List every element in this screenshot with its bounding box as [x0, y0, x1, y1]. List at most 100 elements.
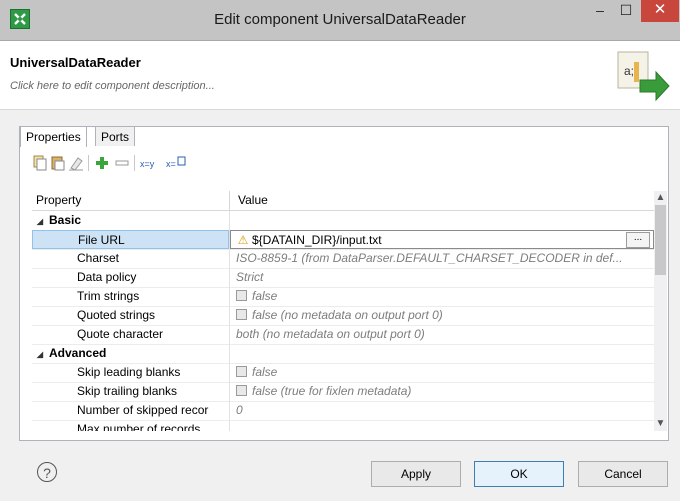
property-name: Quote character — [32, 325, 229, 344]
property-value-text: ${DATAIN_DIR}/input.txt — [252, 233, 382, 247]
property-row[interactable]: Number of skipped recor 0 — [32, 401, 654, 421]
property-value[interactable]: Strict — [230, 268, 654, 287]
property-value-text: Strict — [236, 270, 264, 284]
value-column-header: Value — [238, 193, 268, 207]
property-name: Trim strings — [32, 287, 229, 306]
column-divider[interactable] — [229, 191, 230, 210]
property-row[interactable]: Trim strings false — [32, 287, 654, 307]
x-eq-y-icon[interactable]: x=y — [140, 155, 162, 171]
property-label: Number of skipped recor — [77, 403, 209, 417]
category-name: Basic — [49, 213, 82, 227]
remove-icon[interactable] — [114, 155, 130, 171]
tabs-panel: Properties Ports x=y x= Property Value ◢… — [19, 126, 669, 441]
property-label: Quote character — [77, 327, 164, 341]
property-name: File URL — [32, 230, 229, 249]
property-value-text: 0 — [236, 403, 243, 417]
property-label: Trim strings — [77, 289, 140, 303]
window-title: Edit component UniversalDataReader — [214, 11, 466, 28]
checkbox[interactable] — [236, 290, 247, 301]
property-value-text: false — [252, 365, 278, 379]
property-name: Number of skipped recor — [32, 401, 229, 420]
component-description[interactable]: Click here to edit component description… — [10, 80, 215, 92]
x-expression-icon[interactable]: x= — [166, 155, 188, 171]
vertical-scrollbar[interactable]: ▲ ▼ — [654, 191, 667, 431]
cancel-button[interactable]: Cancel — [578, 461, 668, 487]
property-value-text: false (true for fixlen metadata) — [252, 384, 412, 398]
property-label: File URL — [78, 233, 125, 247]
component-reader-icon: a;t — [614, 48, 670, 104]
category-name: Advanced — [49, 346, 107, 360]
property-grid-header: Property Value — [32, 191, 654, 211]
scroll-down-icon[interactable]: ▼ — [654, 417, 667, 430]
property-value[interactable]: false — [230, 363, 654, 382]
property-label: Charset — [77, 251, 120, 265]
minimize-button[interactable]: – — [587, 0, 613, 22]
clear-icon[interactable] — [68, 155, 84, 171]
property-label: Data policy — [77, 270, 137, 284]
property-name: Quoted strings — [32, 306, 229, 325]
property-name: Data policy — [32, 268, 229, 287]
property-value[interactable]: both (no metadata on output port 0) — [230, 325, 654, 344]
property-value[interactable]: ISO-8859-1 (from DataParser.DEFAULT_CHAR… — [230, 249, 654, 268]
property-value-text: false — [252, 289, 278, 303]
property-grid: ◢ Basic File URL ⚠ ${DATAIN_DIR}/input.txt..… — [32, 211, 654, 431]
browse-button[interactable]: ... — [626, 232, 650, 248]
property-value-text: ISO-8859-1 (from DataParser.DEFAULT_CHAR… — [236, 251, 623, 265]
property-name: Skip leading blanks — [32, 363, 229, 382]
file-url-input[interactable]: ⚠ ${DATAIN_DIR}/input.txt... — [230, 230, 654, 249]
category-label: ◢ Advanced — [32, 344, 229, 363]
toolbar-separator — [134, 155, 135, 171]
property-column-header: Property — [36, 193, 82, 207]
copy-icon[interactable] — [32, 155, 48, 171]
property-row[interactable]: Data policy Strict — [32, 268, 654, 288]
help-icon[interactable]: ? — [37, 462, 57, 482]
property-row[interactable]: File URL ⚠ ${DATAIN_DIR}/input.txt... — [32, 230, 654, 250]
column-line — [229, 211, 230, 230]
property-row[interactable]: Charset ISO-8859-1 (from DataParser.DEFAU… — [32, 249, 654, 269]
property-label: Max number of records — [77, 422, 201, 431]
collapse-arrow-icon[interactable]: ◢ — [34, 346, 46, 363]
checkbox[interactable] — [236, 385, 247, 396]
property-value[interactable]: 0 — [230, 401, 654, 420]
paste-icon[interactable] — [50, 155, 66, 171]
add-icon[interactable] — [94, 155, 110, 171]
checkbox[interactable] — [236, 309, 247, 320]
property-value[interactable]: false (no metadata on output port 0) — [230, 306, 654, 325]
ok-button[interactable]: OK — [474, 461, 564, 487]
column-line — [229, 344, 230, 363]
svg-text:x=y: x=y — [140, 159, 155, 169]
property-value-text: false (no metadata on output port 0) — [252, 308, 443, 322]
property-row[interactable]: Max number of records — [32, 420, 654, 431]
property-value[interactable]: false (true for fixlen metadata) — [230, 382, 654, 401]
property-row[interactable]: Quoted strings false (no metadata on outp… — [32, 306, 654, 326]
property-name: Charset — [32, 249, 229, 268]
category-label: ◢ Basic — [32, 211, 229, 230]
collapse-arrow-icon[interactable]: ◢ — [34, 213, 46, 230]
property-category[interactable]: ◢ Advanced — [32, 344, 654, 364]
checkbox[interactable] — [236, 366, 247, 377]
component-header: UniversalDataReader Click here to edit c… — [0, 41, 680, 110]
property-row[interactable]: Skip leading blanks false — [32, 363, 654, 383]
property-row[interactable]: Skip trailing blanks false (true for fixl… — [32, 382, 654, 402]
property-name: Max number of records — [32, 420, 229, 431]
svg-text:x=: x= — [166, 159, 176, 169]
tab-properties[interactable]: Properties — [20, 126, 87, 147]
property-name: Skip trailing blanks — [32, 382, 229, 401]
tab-ports[interactable]: Ports — [95, 126, 136, 146]
property-value[interactable] — [230, 420, 654, 431]
scroll-thumb[interactable] — [655, 205, 666, 275]
warning-icon: ⚠ — [237, 233, 249, 247]
property-label: Quoted strings — [77, 308, 156, 322]
property-value[interactable]: false — [230, 287, 654, 306]
property-row[interactable]: Quote character both (no metadata on outp… — [32, 325, 654, 345]
component-name: UniversalDataReader — [10, 55, 141, 70]
scroll-up-icon[interactable]: ▲ — [654, 191, 667, 204]
property-toolbar: x=y x= — [20, 151, 668, 175]
property-category[interactable]: ◢ Basic — [32, 211, 654, 231]
property-label: Skip trailing blanks — [77, 384, 178, 398]
close-button[interactable]: ✕ — [641, 0, 679, 22]
title-bar: Edit component UniversalDataReader – ☐ ✕ — [0, 0, 680, 41]
apply-button[interactable]: Apply — [371, 461, 461, 487]
maximize-button[interactable]: ☐ — [613, 0, 639, 22]
toolbar-separator — [88, 155, 89, 171]
